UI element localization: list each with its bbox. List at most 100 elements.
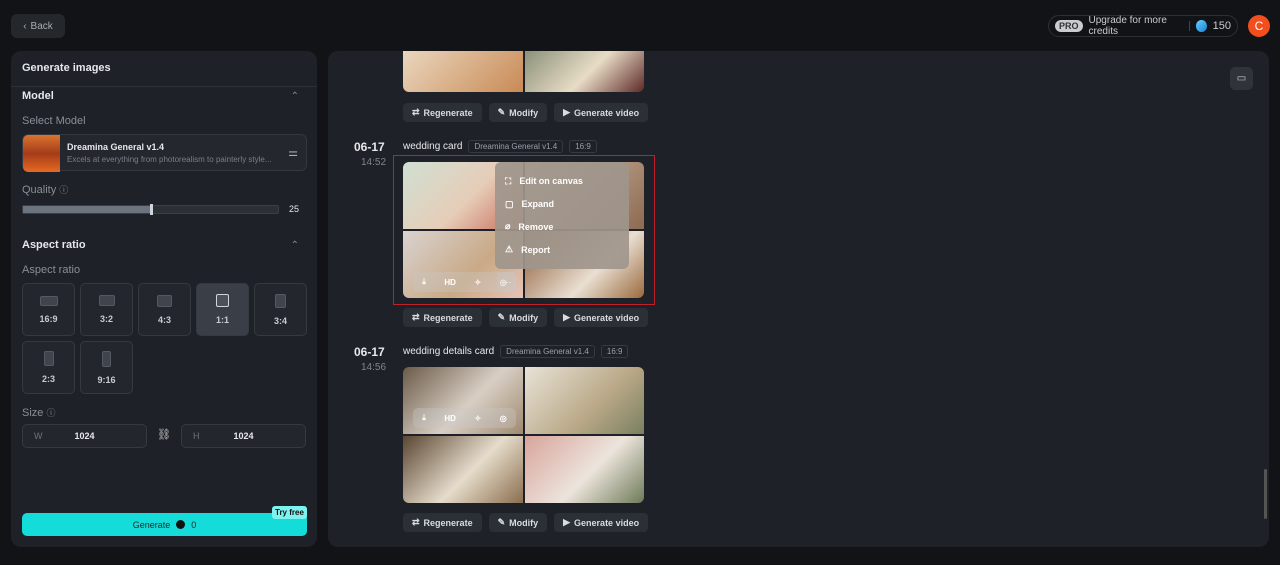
divider [1189, 21, 1191, 31]
video-icon: ▶ [563, 107, 571, 117]
back-button[interactable]: ‹ Back [11, 14, 65, 38]
prompt-text: wedding card [403, 141, 463, 152]
model-thumbnail [23, 135, 60, 172]
regenerate-label: Regenerate [423, 107, 473, 118]
info-icon[interactable]: ⓘ [59, 185, 68, 195]
modify-button[interactable]: ✎ Modify [488, 308, 548, 327]
quality-slider[interactable] [22, 204, 279, 215]
aspect-option-3-2[interactable]: 3:2 [80, 283, 133, 336]
generate-video-button[interactable]: ▶ Generate video [554, 308, 649, 327]
generated-image[interactable] [403, 436, 523, 503]
chevron-up-icon[interactable]: ⌃ [291, 240, 299, 251]
generated-image[interactable] [524, 367, 644, 434]
download-icon[interactable]: ⤓ [422, 277, 426, 287]
chevron-left-icon: ‹ [23, 20, 27, 32]
aspect-option-3-4[interactable]: 3:4 [254, 283, 307, 336]
pencil-icon: ✎ [497, 312, 506, 322]
height-input[interactable]: H 1024 [181, 424, 306, 448]
aspect-option-4-3[interactable]: 4:3 [138, 283, 191, 336]
generated-image[interactable] [403, 51, 523, 92]
generated-image[interactable] [524, 51, 644, 92]
chevron-up-icon[interactable]: ⌃ [291, 91, 299, 102]
size-label-text: Size [22, 407, 44, 419]
retouch-icon[interactable]: ◎ [500, 414, 507, 423]
prompt-text: wedding details card [403, 346, 495, 357]
results-feed: ▭ ⇄ Regenerate ✎ Modify ▶ Generate video 06… [328, 51, 1269, 547]
generate-video-label: Generate video [574, 517, 640, 528]
magic-wand-icon[interactable]: ✧ [474, 278, 481, 287]
generate-button[interactable]: Generate 0 [22, 513, 307, 536]
hd-button[interactable]: HD [444, 414, 456, 423]
model-name: Dreamina General v1.4 [67, 142, 165, 152]
model-tag: Dreamina General v1.4 [500, 345, 595, 358]
regenerate-label: Regenerate [423, 517, 473, 528]
width-value: 1024 [74, 431, 95, 441]
upgrade-label: Upgrade for more credits [1088, 15, 1167, 37]
menu-label: Expand [521, 199, 555, 210]
modify-button[interactable]: ✎ Modify [488, 103, 548, 122]
generate-video-button[interactable]: ▶ Generate video [554, 513, 649, 532]
model-selector[interactable]: Dreamina General v1.4 Excels at everythi… [22, 134, 307, 172]
settings-sliders-icon[interactable]: ⚌ [288, 146, 298, 159]
link-icon[interactable]: ⛓ [157, 428, 171, 441]
scrollbar[interactable] [1264, 469, 1267, 519]
aspect-option-9-16[interactable]: 9:16 [80, 341, 133, 394]
aspect-option-1-1[interactable]: 1:1 [196, 283, 249, 336]
generate-video-label: Generate video [574, 312, 640, 323]
credit-icon [1196, 20, 1207, 32]
generate-video-button[interactable]: ▶ Generate video [554, 103, 649, 122]
generate-video-label: Generate video [574, 107, 640, 118]
generated-image[interactable] [524, 436, 644, 503]
menu-label: Report [521, 244, 551, 255]
hd-button[interactable]: HD [444, 278, 456, 287]
aspect-shape-icon [98, 295, 115, 306]
pencil-icon: ✎ [497, 517, 506, 527]
aspect-shape-icon [39, 295, 58, 306]
info-icon[interactable]: ⓘ [46, 408, 55, 418]
group-header: wedding card Dreamina General v1.4 16:9 [403, 140, 597, 153]
modify-button[interactable]: ✎ Modify [488, 513, 548, 532]
menu-item-edit-on-canvas[interactable]: ⛶ Edit on canvas [505, 176, 619, 187]
menu-label: Remove [518, 221, 554, 232]
try-free-badge: Try free [272, 506, 307, 519]
download-icon[interactable]: ⤓ [422, 413, 426, 423]
regenerate-icon: ⇄ [412, 312, 420, 322]
model-section-header[interactable]: Model [22, 90, 54, 102]
credit-icon [176, 520, 186, 529]
width-input[interactable]: W 1024 [22, 424, 147, 448]
more-options-button[interactable]: ··· [497, 272, 517, 292]
group-date: 06-17 [354, 140, 385, 154]
regenerate-icon: ⇄ [412, 107, 420, 117]
aspect-shape-icon [157, 294, 172, 307]
regenerate-button[interactable]: ⇄ Regenerate [403, 308, 482, 327]
aspect-label: 9:16 [97, 374, 116, 385]
regenerate-button[interactable]: ⇄ Regenerate [403, 103, 482, 122]
ratio-tag: 16:9 [600, 345, 629, 358]
menu-item-remove[interactable]: ⌀ Remove [505, 221, 619, 232]
quality-label: Quality ⓘ [22, 183, 68, 196]
video-icon: ▶ [563, 312, 571, 322]
group-date: 06-17 [354, 345, 385, 359]
regenerate-button[interactable]: ⇄ Regenerate [403, 513, 482, 532]
menu-item-expand[interactable]: ▢ Expand [505, 199, 619, 210]
folder-icon[interactable]: ▭ [1230, 67, 1253, 90]
image-toolbar: ⤓ HD ✧ ◎ [413, 408, 516, 428]
aspect-shape-icon [275, 293, 286, 308]
aspect-shape-icon [43, 351, 54, 366]
image-grid [403, 367, 644, 503]
aspect-shape-icon [102, 350, 111, 367]
magic-wand-icon[interactable]: ✧ [474, 414, 481, 423]
size-label: Size ⓘ [22, 406, 55, 419]
menu-item-report[interactable]: ⚠ Report [505, 244, 619, 255]
aspect-option-2-3[interactable]: 2:3 [22, 341, 75, 394]
video-icon: ▶ [563, 517, 571, 527]
generate-label: Generate [132, 519, 171, 530]
avatar[interactable]: C [1248, 15, 1270, 37]
upgrade-credits-button[interactable]: PRO Upgrade for more credits 150 [1048, 15, 1238, 37]
aspect-label: 4:3 [157, 314, 171, 325]
aspect-section-header[interactable]: Aspect ratio [22, 239, 86, 251]
aspect-option-16-9[interactable]: 16:9 [22, 283, 75, 336]
generate-panel: Generate images Model ⌃ Select Model Dre… [11, 51, 317, 547]
slider-handle[interactable] [149, 204, 153, 215]
generate-cost: 0 [191, 519, 197, 530]
